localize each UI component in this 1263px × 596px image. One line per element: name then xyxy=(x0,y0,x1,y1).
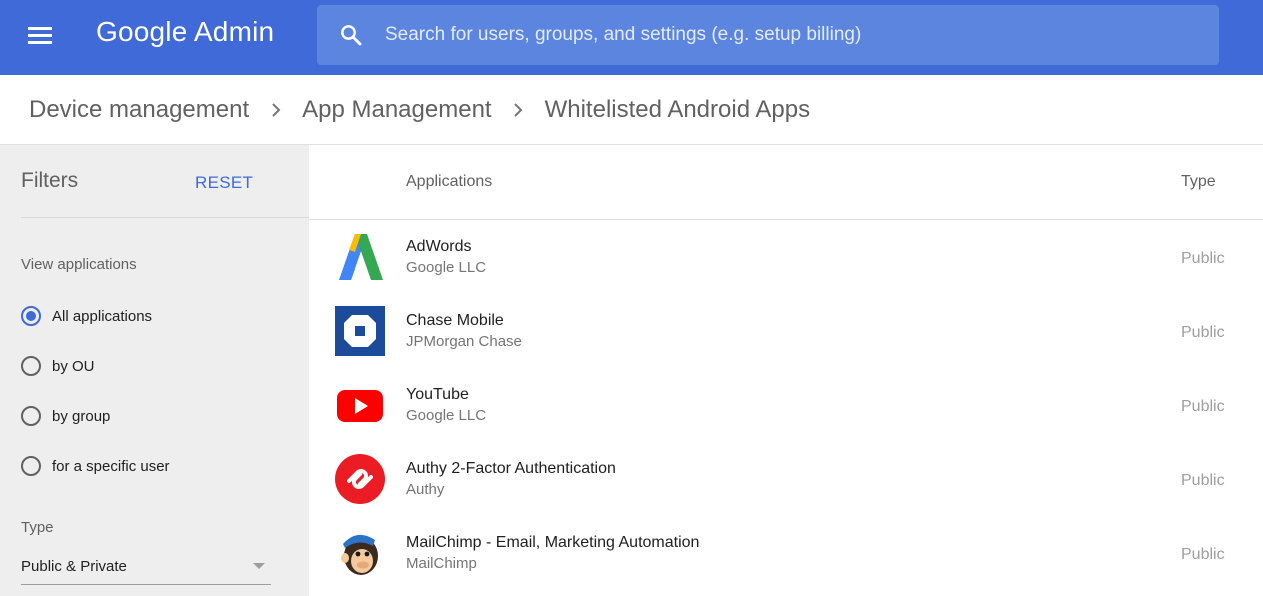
column-header-type[interactable]: Type xyxy=(1181,173,1216,191)
app-name: Authy 2-Factor Authentication xyxy=(406,460,616,477)
radio-label: All applications xyxy=(52,307,153,325)
radio-button[interactable] xyxy=(21,456,41,476)
radio-specific-user[interactable]: for a specific user xyxy=(21,454,170,478)
chevron-right-icon xyxy=(249,102,302,118)
filters-sidebar: Filters RESET View applications All appl… xyxy=(0,145,309,596)
app-type: Public xyxy=(1181,250,1225,267)
breadcrumb: Device management App Management Whiteli… xyxy=(0,75,1263,145)
chase-icon xyxy=(335,306,385,356)
app-type: Public xyxy=(1181,398,1225,415)
radio-label: for a specific user xyxy=(52,457,170,475)
app-name: MailChimp - Email, Marketing Automation xyxy=(406,534,700,551)
adwords-icon xyxy=(339,234,383,280)
app-developer: Authy xyxy=(406,481,445,498)
breadcrumb-device-management[interactable]: Device management xyxy=(29,96,249,124)
app-name: Chase Mobile xyxy=(406,312,504,329)
search-icon[interactable] xyxy=(339,23,363,47)
search-box[interactable] xyxy=(317,5,1219,65)
app-developer: Google LLC xyxy=(406,259,487,276)
menu-icon[interactable] xyxy=(22,20,58,50)
top-bar: Google Admin xyxy=(0,0,1263,75)
app-developer: Google LLC xyxy=(406,407,487,424)
type-label: Type xyxy=(21,519,54,536)
app-name: AdWords xyxy=(406,238,472,255)
table-row[interactable]: MailChimp - Email, Marketing Automation … xyxy=(309,517,1263,591)
view-applications-label: View applications xyxy=(21,256,137,273)
reset-button[interactable]: RESET xyxy=(195,173,253,193)
radio-label: by OU xyxy=(52,357,95,375)
chevron-right-icon xyxy=(492,102,545,118)
radio-button[interactable] xyxy=(21,356,41,376)
table-row[interactable]: Authy 2-Factor Authentication Authy Publ… xyxy=(309,443,1263,517)
applications-table: Applications Type AdWords Google LLC Pub… xyxy=(309,145,1263,596)
dropdown-arrow-icon[interactable] xyxy=(253,563,265,569)
radio-button[interactable] xyxy=(21,406,41,426)
type-select-value: Public & Private xyxy=(21,558,127,575)
breadcrumb-whitelisted-android-apps: Whitelisted Android Apps xyxy=(544,95,811,123)
radio-button[interactable] xyxy=(21,306,41,326)
column-header-applications[interactable]: Applications xyxy=(406,173,492,191)
app-type: Public xyxy=(1181,546,1225,563)
app-type: Public xyxy=(1181,324,1225,341)
app-developer: JPMorgan Chase xyxy=(406,333,522,350)
authy-icon xyxy=(335,454,385,504)
radio-all-applications[interactable]: All applications xyxy=(21,304,152,328)
app-logo[interactable]: Google Admin xyxy=(96,16,274,48)
app-type: Public xyxy=(1181,472,1225,489)
type-select[interactable]: Public & Private xyxy=(21,555,271,585)
radio-label: by group xyxy=(52,407,111,425)
radio-by-group[interactable]: by group xyxy=(21,404,110,428)
breadcrumb-app-management[interactable]: App Management xyxy=(302,96,491,124)
table-row[interactable]: YouTube Google LLC Public xyxy=(309,369,1263,443)
table-header: Applications Type xyxy=(309,145,1263,220)
filters-title: Filters xyxy=(21,169,79,192)
app-developer: MailChimp xyxy=(406,555,477,572)
mailchimp-icon xyxy=(341,534,378,575)
divider xyxy=(21,217,309,218)
search-input[interactable] xyxy=(385,5,1205,65)
app-name: YouTube xyxy=(406,386,469,403)
table-row[interactable]: AdWords Google LLC Public xyxy=(309,221,1263,295)
table-row[interactable]: Chase Mobile JPMorgan Chase Public xyxy=(309,295,1263,369)
youtube-icon xyxy=(337,390,383,422)
radio-by-ou[interactable]: by OU xyxy=(21,354,95,378)
